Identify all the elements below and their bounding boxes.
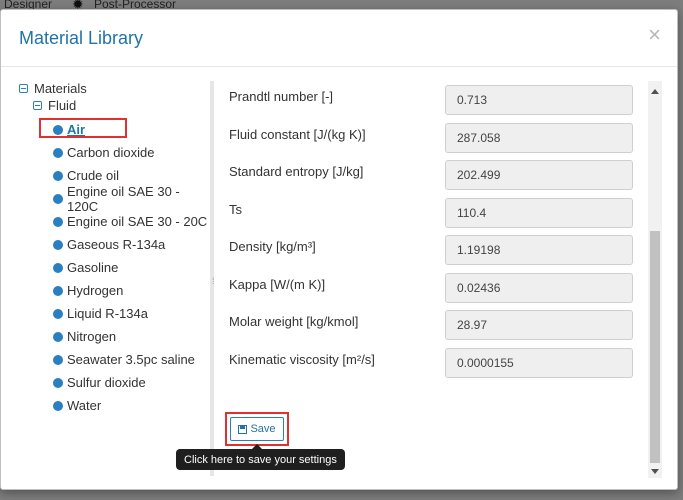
scroll-down-arrow-icon[interactable] [651, 469, 659, 474]
tree-item-label[interactable]: Engine oil SAE 30 - 120C [67, 184, 209, 214]
property-row: Standard entropy [J/kg] 202.499 [229, 160, 639, 198]
tree-item-label[interactable]: Liquid R-134a [67, 306, 148, 321]
property-row: Density [kg/m³] 1.19198 [229, 235, 639, 273]
tree-item-label[interactable]: Hydrogen [67, 283, 123, 298]
tree-item-engine-oil-120c[interactable]: Engine oil SAE 30 - 120C [53, 184, 209, 214]
dialog-header: Material Library × [1, 10, 677, 67]
tree-node-materials[interactable]: Materials [19, 80, 209, 97]
bullet-icon [53, 331, 63, 342]
tree-group-label: Fluid [48, 98, 77, 113]
tree-item-hydrogen[interactable]: Hydrogen [53, 279, 209, 302]
tree-item-engine-oil-20c[interactable]: Engine oil SAE 30 - 20C [53, 210, 209, 233]
bullet-icon [53, 216, 63, 227]
property-row: Molar weight [kg/kmol] 28.97 [229, 310, 639, 348]
kinematic-viscosity-field[interactable]: 0.0000155 [445, 347, 633, 378]
material-library-dialog: Material Library × Materials Fluid Air C… [0, 9, 678, 490]
collapse-icon[interactable] [19, 84, 28, 93]
tree-item-water[interactable]: Water [53, 394, 209, 417]
standard-entropy-field[interactable]: 202.499 [445, 160, 633, 190]
save-highlight: Save [225, 412, 289, 446]
tree-item-gaseous-r134a[interactable]: Gaseous R-134a [53, 233, 209, 256]
save-button-label: Save [250, 423, 276, 435]
ts-field[interactable]: 110.4 [445, 197, 633, 228]
bullet-icon [53, 354, 63, 365]
tree-item-label[interactable]: Water [67, 398, 101, 413]
splitter-grip-icon[interactable]: ⁞ [212, 276, 215, 286]
tree-item-label[interactable]: Sulfur dioxide [67, 375, 146, 390]
tree-item-label[interactable]: Gaseous R-134a [67, 237, 165, 252]
property-row: Kinematic viscosity [m²/s] 0.0000155 [229, 347, 639, 386]
tree-item-air[interactable]: Air [39, 118, 209, 141]
tree-item-nitrogen[interactable]: Nitrogen [53, 325, 209, 348]
tree-item-label[interactable]: Carbon dioxide [67, 145, 154, 160]
bullet-icon [53, 285, 63, 296]
tree-item-label[interactable]: Crude oil [67, 168, 119, 183]
fluid-constant-label: Fluid constant [J/(kg K)] [229, 126, 366, 142]
bullet-icon [53, 377, 63, 388]
tree-item-label[interactable]: Nitrogen [67, 329, 116, 344]
collapse-icon[interactable] [33, 101, 42, 110]
density-field[interactable]: 1.19198 [445, 235, 633, 265]
bullet-icon [53, 170, 63, 181]
tree-item-carbon-dioxide[interactable]: Carbon dioxide [53, 141, 209, 164]
close-icon[interactable]: × [648, 24, 661, 46]
ts-label: Ts [229, 201, 242, 217]
save-button[interactable]: Save [230, 417, 284, 441]
scroll-up-arrow-icon[interactable] [651, 89, 659, 94]
tree-root-label: Materials [34, 81, 87, 96]
molar-weight-label: Molar weight [kg/kmol] [229, 314, 359, 329]
prandtl-number-label: Prandtl number [-] [229, 89, 334, 104]
kinematic-viscosity-label: Kinematic viscosity [m²/s] [229, 351, 375, 367]
bullet-icon [53, 147, 63, 158]
molar-weight-field[interactable]: 28.97 [445, 310, 633, 340]
standard-entropy-label: Standard entropy [J/kg] [229, 164, 364, 179]
bullet-icon [53, 308, 63, 319]
tree-item-liquid-r134a[interactable]: Liquid R-134a [53, 302, 209, 325]
fluid-constant-field[interactable]: 287.058 [445, 122, 633, 153]
material-properties-form: Prandtl number [-] 0.713 Fluid constant … [229, 85, 639, 385]
prandtl-number-field[interactable]: 0.713 [445, 85, 633, 115]
floppy-disk-icon [238, 424, 248, 434]
tree-item-gasoline[interactable]: Gasoline [53, 256, 209, 279]
fluid-material-list: Air Carbon dioxide Crude oil Engine oil … [39, 118, 209, 417]
property-row: Ts 110.4 [229, 197, 639, 236]
tree-item-seawater[interactable]: Seawater 3.5pc saline [53, 348, 209, 371]
save-tooltip: Click here to save your settings [176, 444, 345, 470]
bullet-icon [53, 262, 63, 273]
property-row: Kappa [W/(m K)] 0.02436 [229, 272, 639, 311]
bullet-icon [53, 400, 63, 411]
tree-node-fluid[interactable]: Fluid [33, 97, 209, 114]
kappa-label: Kappa [W/(m K)] [229, 276, 326, 292]
selection-highlight [39, 118, 127, 138]
density-label: Density [kg/m³] [229, 239, 316, 254]
property-row: Fluid constant [J/(kg K)] 287.058 [229, 122, 639, 161]
tree-item-sulfur-dioxide[interactable]: Sulfur dioxide [53, 371, 209, 394]
kappa-field[interactable]: 0.02436 [445, 272, 633, 303]
tree-item-label[interactable]: Gasoline [67, 260, 118, 275]
tree-item-label[interactable]: Engine oil SAE 30 - 20C [67, 214, 207, 229]
material-tree: Materials Fluid Air Carbon dioxide Crude… [19, 80, 209, 417]
bullet-icon [53, 193, 63, 204]
dialog-title: Material Library [19, 28, 144, 48]
properties-scrollbar[interactable] [648, 81, 662, 478]
property-row: Prandtl number [-] 0.713 [229, 85, 639, 123]
tree-item-label[interactable]: Seawater 3.5pc saline [67, 352, 195, 367]
scrollbar-thumb[interactable] [650, 231, 660, 463]
bullet-icon [53, 239, 63, 250]
